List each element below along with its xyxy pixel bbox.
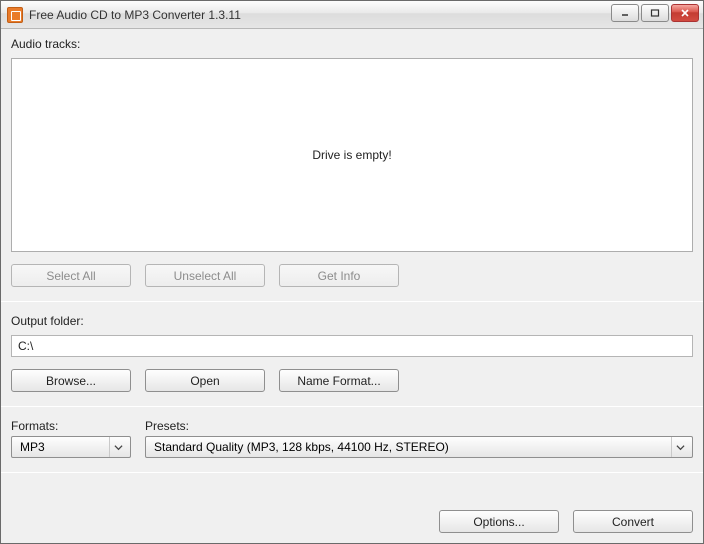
- app-window: Free Audio CD to MP3 Converter 1.3.11 Au…: [0, 0, 704, 544]
- name-format-button[interactable]: Name Format...: [279, 369, 399, 392]
- output-folder-input[interactable]: [11, 335, 693, 357]
- app-icon: [7, 7, 23, 23]
- close-icon: [680, 8, 690, 18]
- convert-button[interactable]: Convert: [573, 510, 693, 533]
- minimize-icon: [620, 8, 630, 18]
- output-buttons-row: Browse... Open Name Format...: [11, 369, 693, 392]
- maximize-button[interactable]: [641, 4, 669, 22]
- browse-button[interactable]: Browse...: [11, 369, 131, 392]
- footer-row: Options... Convert: [11, 502, 693, 533]
- output-folder-label: Output folder:: [11, 314, 693, 328]
- get-info-button[interactable]: Get Info: [279, 264, 399, 287]
- track-buttons-row: Select All Unselect All Get Info: [11, 264, 693, 287]
- formats-value: MP3: [20, 440, 45, 454]
- close-button[interactable]: [671, 4, 699, 22]
- formats-row: Formats: MP3 Presets: Standard Quality (…: [11, 417, 693, 458]
- chevron-down-icon: [671, 437, 688, 457]
- minimize-button[interactable]: [611, 4, 639, 22]
- window-controls: [611, 4, 699, 22]
- titlebar[interactable]: Free Audio CD to MP3 Converter 1.3.11: [1, 1, 703, 29]
- presets-column: Presets: Standard Quality (MP3, 128 kbps…: [145, 417, 693, 458]
- presets-value: Standard Quality (MP3, 128 kbps, 44100 H…: [154, 440, 449, 454]
- window-title: Free Audio CD to MP3 Converter 1.3.11: [29, 8, 241, 22]
- presets-label: Presets:: [145, 419, 693, 433]
- tracks-empty-message: Drive is empty!: [312, 148, 391, 162]
- presets-select[interactable]: Standard Quality (MP3, 128 kbps, 44100 H…: [145, 436, 693, 458]
- unselect-all-button[interactable]: Unselect All: [145, 264, 265, 287]
- formats-column: Formats: MP3: [11, 417, 131, 458]
- tracks-list[interactable]: Drive is empty!: [11, 58, 693, 252]
- formats-select[interactable]: MP3: [11, 436, 131, 458]
- divider: [1, 472, 703, 473]
- divider: [1, 406, 703, 407]
- select-all-button[interactable]: Select All: [11, 264, 131, 287]
- divider: [1, 301, 703, 302]
- maximize-icon: [650, 8, 660, 18]
- chevron-down-icon: [109, 437, 126, 457]
- formats-label: Formats:: [11, 419, 131, 433]
- options-button[interactable]: Options...: [439, 510, 559, 533]
- audio-tracks-label: Audio tracks:: [11, 37, 693, 51]
- client-area: Audio tracks: Drive is empty! Select All…: [1, 29, 703, 543]
- open-button[interactable]: Open: [145, 369, 265, 392]
